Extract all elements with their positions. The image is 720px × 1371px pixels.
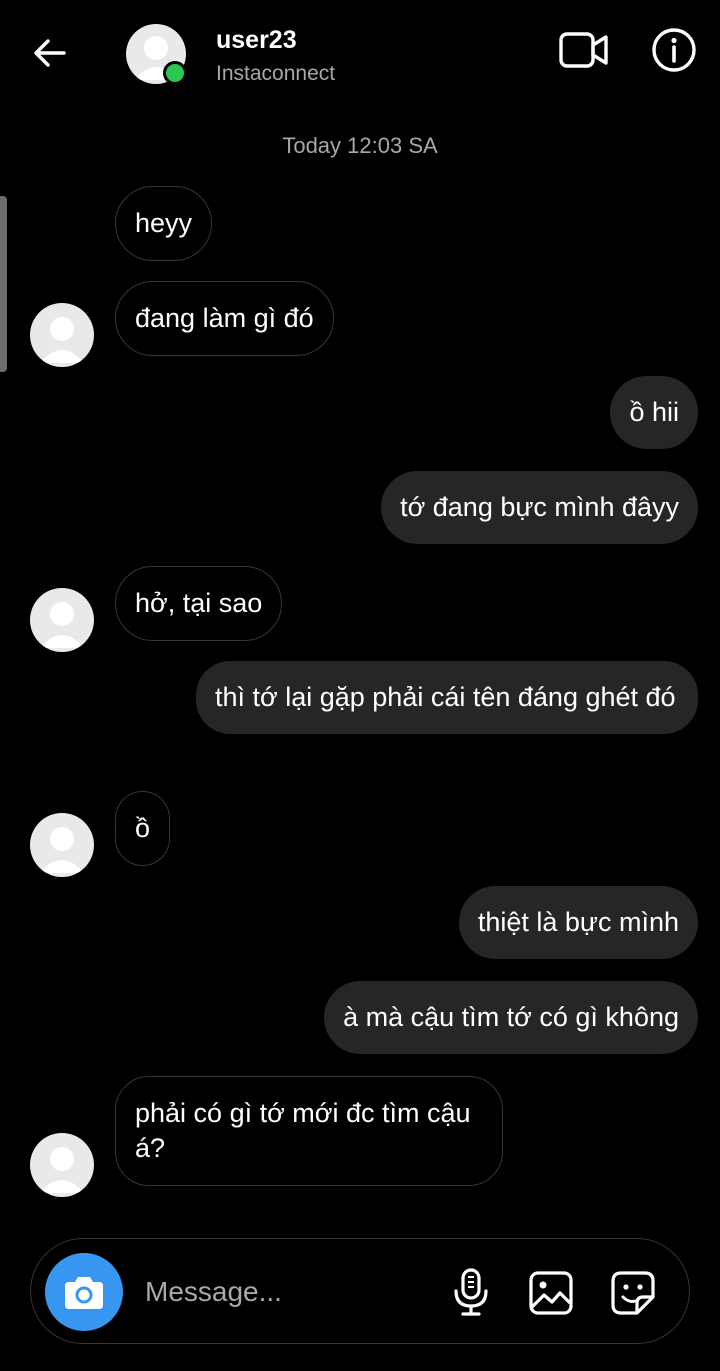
microphone-icon [454,1268,488,1316]
default-avatar-icon [40,1147,84,1193]
scroll-indicator[interactable] [0,196,7,372]
received-message[interactable]: heyy [115,186,213,261]
sender-avatar[interactable] [30,303,94,367]
camera-icon [65,1277,103,1309]
voice-message-button[interactable] [447,1267,495,1317]
received-message[interactable]: ồ [115,791,171,866]
camera-button[interactable] [45,1253,123,1331]
message-composer [30,1238,690,1344]
sender-avatar[interactable] [30,1133,94,1197]
message-timestamp: Today 12:03 SA [282,133,438,158]
sent-message[interactable]: thì tớ lại gặp phải cái tên đáng ghét đó [196,661,698,734]
sent-message[interactable]: thiệt là bực mình [458,886,698,959]
info-icon [652,28,696,72]
back-arrow-icon [34,39,66,67]
message-input[interactable] [143,1269,437,1315]
sent-message[interactable]: tớ đang bực mình đâyy [381,471,698,544]
video-call-icon [559,32,608,68]
video-call-button[interactable] [556,28,612,72]
sticker-button[interactable] [609,1269,657,1317]
contact-subtitle: Instaconnect [216,62,336,85]
contact-username[interactable]: user23 [216,26,297,55]
received-message[interactable]: đang làm gì đó [115,281,334,356]
sent-message[interactable]: à mà cậu tìm tớ có gì không [324,981,698,1054]
default-avatar-icon [40,827,84,873]
gallery-button[interactable] [527,1269,575,1317]
online-status-dot [163,61,187,85]
default-avatar-icon [40,602,84,648]
sender-avatar[interactable] [30,588,94,652]
received-message[interactable]: hở, tại sao [115,566,283,641]
sent-message[interactable]: ồ hii [610,376,698,449]
sticker-icon [611,1271,655,1315]
conversation-info-button[interactable] [650,26,698,74]
default-avatar-icon [40,317,84,363]
received-message[interactable]: phải có gì tớ mới đc tìm cậu á? [115,1076,503,1186]
back-button[interactable] [30,33,70,73]
chat-header: user23 Instaconnect [0,0,720,110]
sender-avatar[interactable] [30,813,94,877]
gallery-icon [529,1271,573,1315]
